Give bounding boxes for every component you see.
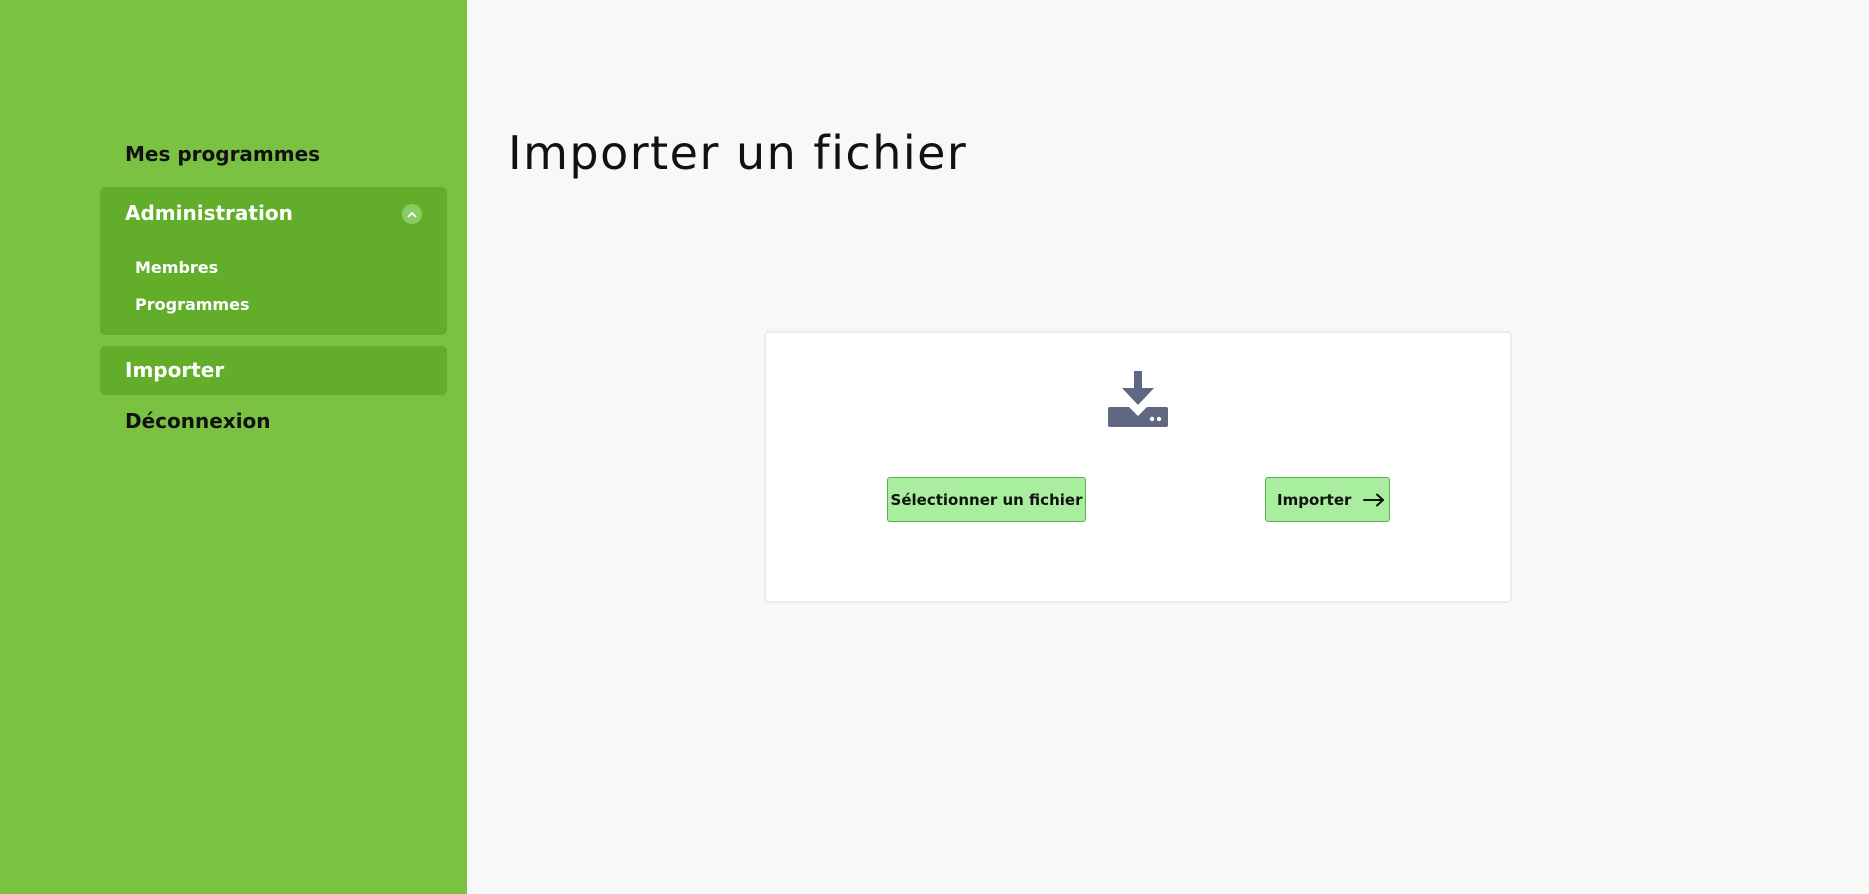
upload-card: Sélectionner un fichier Importer bbox=[764, 331, 1512, 603]
download-tray-icon bbox=[1108, 371, 1168, 427]
sidebar-item-administration[interactable]: Administration bbox=[100, 197, 447, 229]
sidebar-item-logout[interactable]: Déconnexion bbox=[100, 405, 447, 437]
select-file-label: Sélectionner un fichier bbox=[890, 490, 1083, 509]
sidebar-item-my-programs[interactable]: Mes programmes bbox=[100, 138, 447, 170]
page-title: Importer un fichier bbox=[508, 126, 968, 180]
sidebar-subitem-programs[interactable]: Programmes bbox=[135, 292, 249, 318]
sidebar: Mes programmes Administration Membres Pr… bbox=[0, 0, 467, 894]
import-label: Importer bbox=[1277, 490, 1352, 509]
sidebar-item-import[interactable]: Importer bbox=[100, 346, 447, 395]
sidebar-group-administration: Administration Membres Programmes bbox=[100, 187, 447, 335]
chevron-up-icon[interactable] bbox=[402, 204, 422, 224]
select-file-button[interactable]: Sélectionner un fichier bbox=[887, 477, 1086, 522]
import-button[interactable]: Importer bbox=[1265, 477, 1390, 522]
arrow-right-icon bbox=[1363, 493, 1385, 507]
sidebar-subitem-members[interactable]: Membres bbox=[135, 255, 218, 281]
